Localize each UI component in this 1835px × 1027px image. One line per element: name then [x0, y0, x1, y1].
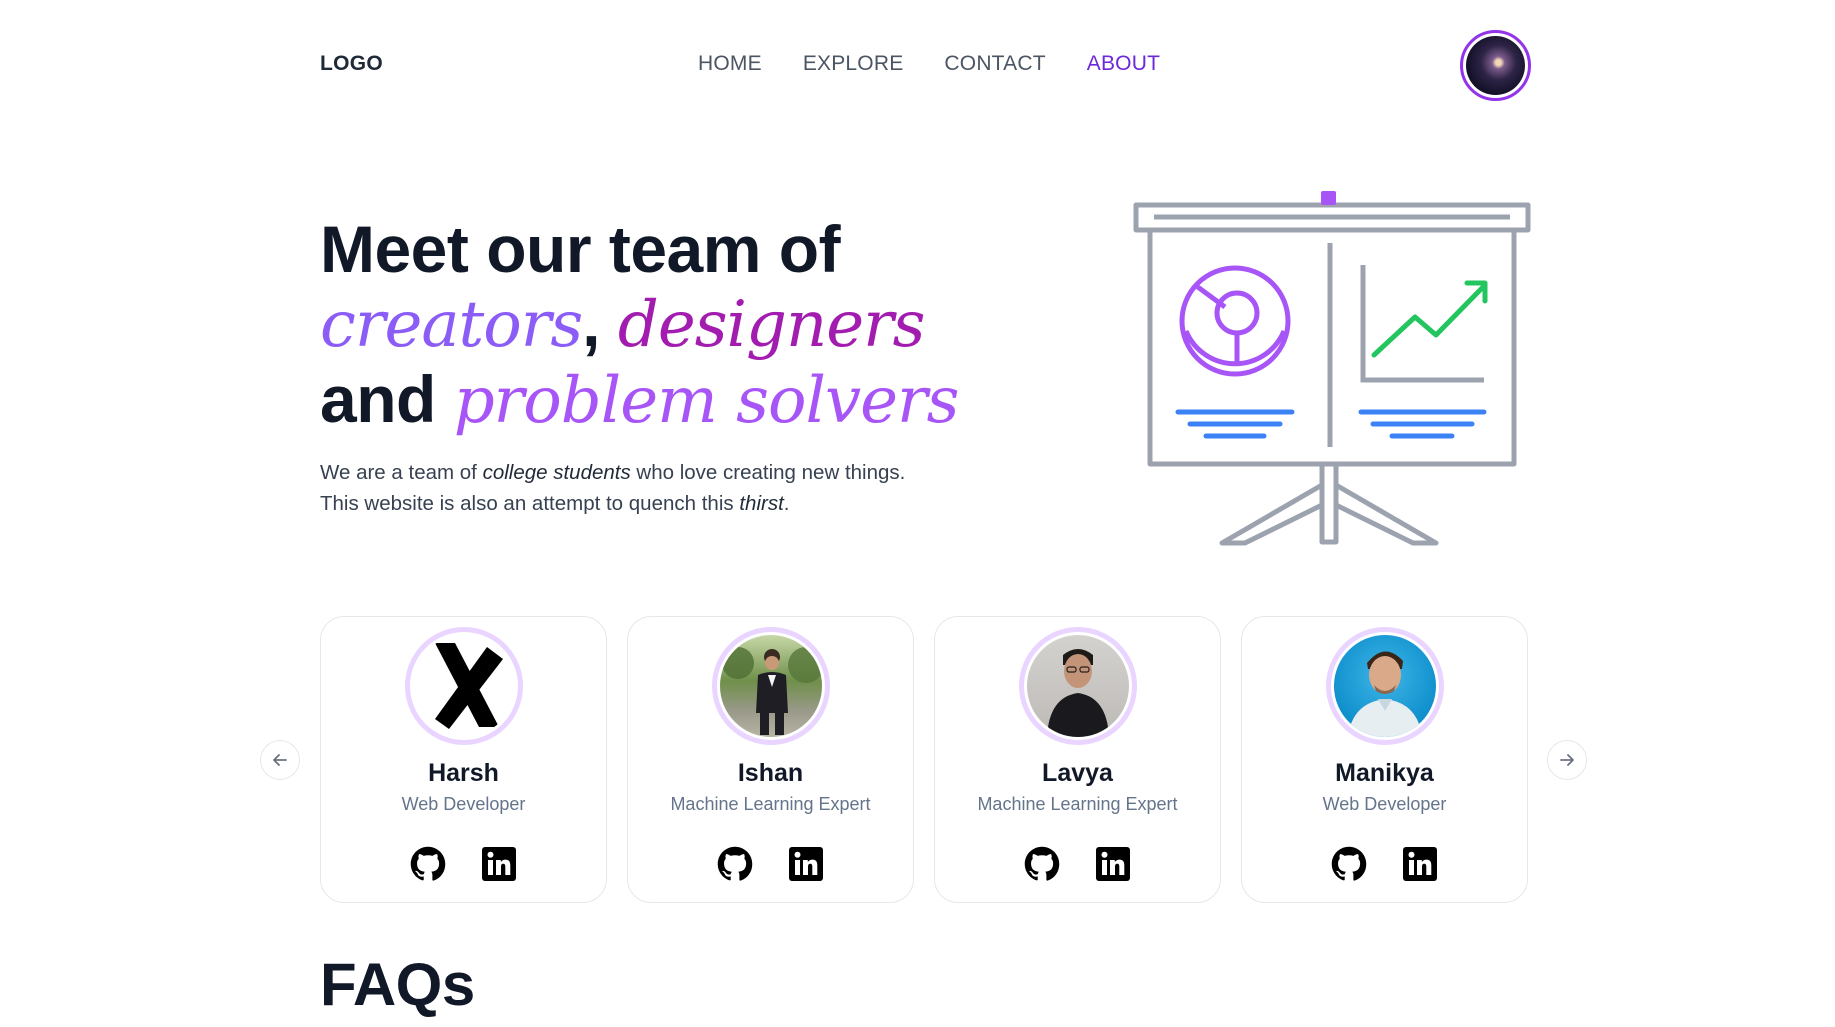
linkedin-link[interactable]	[787, 845, 825, 883]
person-photo	[1027, 635, 1129, 737]
github-link[interactable]	[716, 845, 754, 883]
github-link[interactable]	[1023, 845, 1061, 883]
presentation-board-illustration	[1133, 191, 1531, 546]
hero-heading: Meet our team of creators, designers and…	[320, 212, 960, 438]
nav-link-home[interactable]: HOME	[698, 52, 762, 76]
member-role: Web Developer	[401, 794, 526, 814]
hero-line-1: Meet our team of	[320, 212, 841, 286]
user-avatar[interactable]	[1460, 30, 1531, 101]
social-links	[1242, 845, 1527, 883]
site-logo[interactable]: LOGO	[320, 52, 383, 76]
arrow-right-icon	[1560, 754, 1574, 766]
arrow-left-icon	[273, 754, 287, 766]
member-photo	[1326, 627, 1444, 745]
x-logo-image	[413, 635, 515, 737]
team-card: Manikya Web Developer	[1241, 616, 1528, 903]
github-icon	[410, 846, 446, 881]
hero-line-3: and problem solvers	[320, 362, 960, 438]
nav-link-explore[interactable]: EXPLORE	[803, 52, 904, 76]
avatar-image	[1466, 36, 1525, 95]
top-navbar: LOGO HOME EXPLORE CONTACT ABOUT	[0, 0, 1835, 130]
linkedin-link[interactable]	[480, 845, 518, 883]
hero-word-creators: creators	[320, 288, 583, 362]
team-card: Harsh Web Developer	[320, 616, 607, 903]
person-photo	[1334, 635, 1436, 737]
hero-desc-part2: who love creating new things.	[630, 461, 906, 484]
member-photo	[1019, 627, 1137, 745]
faq-heading: FAQs	[320, 951, 475, 1018]
member-role: Machine Learning Expert	[670, 794, 871, 814]
team-card: Lavya Machine Learning Expert	[934, 616, 1221, 903]
nav-link-contact[interactable]: CONTACT	[944, 52, 1045, 76]
team-cards: Harsh Web Developer Ishan Machine Learni…	[320, 616, 1528, 903]
linkedin-link[interactable]	[1094, 845, 1132, 883]
hero-desc-part1: We are a team of	[320, 461, 483, 484]
linkedin-icon	[1096, 847, 1130, 881]
github-icon	[717, 846, 753, 881]
linkedin-icon	[482, 847, 516, 881]
team-card: Ishan Machine Learning Expert	[627, 616, 914, 903]
linkedin-link[interactable]	[1401, 845, 1439, 883]
member-role: Web Developer	[1322, 794, 1447, 814]
hero-line-2: creators, designers	[320, 286, 958, 362]
nav-link-about[interactable]: ABOUT	[1087, 52, 1160, 76]
hero-word-and: and	[320, 362, 436, 436]
linkedin-icon	[1403, 847, 1437, 881]
line-chart-caption-lines	[1358, 409, 1487, 439]
board-stand-pole	[1319, 461, 1339, 545]
person-photo	[720, 635, 822, 737]
hero-desc-emphasis-1: college students	[482, 461, 631, 484]
board-leg-right	[1334, 482, 1439, 546]
member-name: Manikya	[1335, 759, 1434, 787]
social-links	[321, 845, 606, 883]
member-name: Ishan	[737, 759, 804, 787]
github-link[interactable]	[1330, 845, 1368, 883]
hero-desc-part3: This website is also an attempt to quenc…	[320, 492, 740, 515]
member-name: Harsh	[428, 759, 499, 787]
github-icon	[1331, 846, 1367, 881]
hero-desc-part4: .	[783, 492, 790, 515]
social-links	[628, 845, 913, 883]
board-leg-left	[1219, 482, 1324, 546]
board-hook	[1321, 191, 1336, 205]
carousel-next-button[interactable]	[1547, 740, 1587, 780]
pie-chart-caption-lines	[1175, 409, 1295, 439]
linkedin-icon	[789, 847, 823, 881]
hero-word-designers: designers	[617, 288, 926, 362]
carousel-prev-button[interactable]	[260, 740, 300, 780]
social-links	[935, 845, 1220, 883]
nav-links: HOME EXPLORE CONTACT ABOUT	[698, 52, 1160, 76]
trend-up-icon	[1371, 280, 1488, 358]
hero-description: We are a team of college students who lo…	[320, 457, 1020, 519]
hero-comma: ,	[582, 286, 600, 360]
hero-desc-emphasis-2: thirst	[739, 492, 784, 515]
member-role: Machine Learning Expert	[977, 794, 1178, 814]
github-link[interactable]	[409, 845, 447, 883]
hero-word-problem-solvers: problem solvers	[453, 364, 960, 438]
pie-chart-icon	[1179, 265, 1291, 377]
github-icon	[1024, 846, 1060, 881]
member-photo	[405, 627, 523, 745]
member-name: Lavya	[1042, 759, 1113, 787]
member-photo	[712, 627, 830, 745]
